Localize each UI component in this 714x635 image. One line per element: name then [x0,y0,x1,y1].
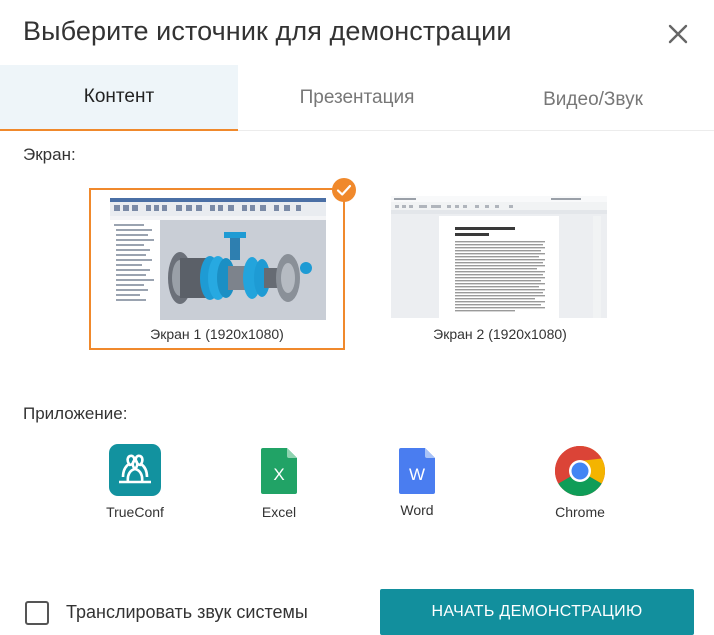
tab-content[interactable]: Контент [0,65,238,131]
dialog: Выберите источник для демонстрации Конте… [0,0,714,635]
svg-text:W: W [409,465,425,484]
app-label-trueconf: TrueConf [106,504,164,520]
tab-label: Видео/Звук [543,88,643,110]
screen-option-1[interactable]: Экран 1 (1920x1080) [89,188,345,350]
screen-1-thumbnail [110,198,326,320]
app-option-chrome[interactable]: Chrome [525,444,635,520]
dialog-title: Выберите источник для демонстрации [23,16,512,46]
app-option-word[interactable]: W Word [362,444,472,518]
screen-2-label: Экран 2 (1920x1080) [433,326,567,342]
screen-2-thumbnail [391,196,607,318]
screen-section-label: Экран: [23,145,76,164]
trueconf-icon [109,444,161,496]
app-label-chrome: Chrome [555,504,605,520]
tab-label: Презентация [299,86,415,108]
svg-text:X: X [273,465,284,484]
start-demonstration-button[interactable]: НАЧАТЬ ДЕМОНСТРАЦИЮ [380,589,694,635]
tab-video-audio[interactable]: Видео/Звук [476,65,714,130]
system-audio-label[interactable]: Транслировать звук системы [66,602,308,623]
word-icon: W [399,448,435,494]
app-option-trueconf[interactable]: TrueConf [80,444,190,520]
app-option-excel[interactable]: X Excel [224,444,334,520]
screen-1-label: Экран 1 (1920x1080) [150,326,284,342]
app-label-excel: Excel [261,504,297,520]
apps-section-label: Приложение: [23,404,128,423]
excel-icon: X [261,448,297,494]
screen-option-2[interactable]: Экран 2 (1920x1080) [372,188,628,350]
tab-bar: Контент Презентация Видео/Звук [0,65,714,131]
app-label-word: Word [400,502,434,518]
tab-presentation[interactable]: Презентация [238,65,476,130]
chrome-icon [555,446,605,496]
close-icon[interactable] [664,20,692,48]
system-audio-checkbox[interactable] [25,601,49,625]
selected-check-icon [332,178,356,202]
tab-label: Контент [83,86,155,107]
